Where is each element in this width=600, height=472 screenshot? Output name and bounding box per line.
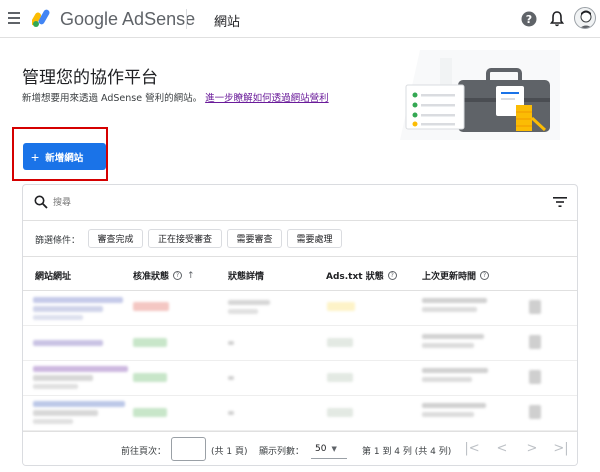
column-label: 網站網址: [35, 272, 72, 282]
filter-label: 篩選條件：: [35, 236, 81, 246]
column-header-status-details[interactable]: 狀態詳情: [228, 269, 264, 282]
rows-per-page-value: 50: [315, 443, 327, 454]
filter-chip-needs-action[interactable]: 需要處理: [287, 229, 342, 248]
section-title: 網站: [214, 15, 241, 30]
plus-icon: +: [31, 148, 40, 165]
table-row[interactable]: [23, 361, 577, 396]
pagination-bar: 前往頁次： (共 1 頁) 顯示列數： 50 ▼ 第 1 到 4 列 (共 4 …: [23, 431, 577, 465]
add-site-label: 新增網站: [45, 152, 84, 164]
search-icon: [34, 195, 48, 209]
notifications-icon[interactable]: [549, 10, 565, 28]
help-icon[interactable]: ?: [521, 11, 537, 27]
page-title: 管理您的協作平台: [22, 68, 158, 88]
table-body: [23, 291, 577, 431]
table-header: 網站網址 核准狀態 ? ↑ 狀態詳情 Ads.txt 狀態 ? 上次更新時間 ?: [23, 257, 577, 291]
brand-name[interactable]: Google AdSense: [60, 9, 195, 30]
filter-chips-row: 篩選條件： 審查完成 正在接受審查 需要審查 需要處理: [23, 221, 577, 257]
table-row[interactable]: [23, 396, 577, 431]
goto-page-label: 前往頁次：: [121, 447, 167, 457]
add-site-button[interactable]: + 新增網站: [23, 143, 106, 170]
help-icon[interactable]: ?: [173, 271, 183, 280]
previous-page-icon[interactable]: <: [494, 441, 510, 457]
header-divider: [186, 9, 187, 29]
help-icon[interactable]: ?: [387, 271, 397, 280]
filter-chip-review-complete[interactable]: 審查完成: [88, 229, 143, 248]
table-row[interactable]: [23, 291, 577, 326]
page-subtitle: 新增想要用來透過 AdSense 營利的網站。 進一步瞭解如何透過網站營利: [22, 90, 329, 104]
column-label: 核准狀態: [133, 272, 170, 282]
column-header-last-updated[interactable]: 上次更新時間 ?: [422, 269, 490, 282]
column-header-ads-txt-status[interactable]: Ads.txt 狀態 ?: [326, 269, 397, 282]
next-page-icon[interactable]: >: [524, 441, 540, 457]
top-app-bar: Google AdSense 網站 ?: [0, 0, 600, 38]
page-number-input[interactable]: [171, 437, 206, 461]
filter-list-icon[interactable]: [553, 196, 567, 208]
subtitle-text: 新增想要用來透過 AdSense 營利的網站。: [22, 93, 203, 104]
search-bar: [23, 185, 577, 221]
search-input[interactable]: [53, 193, 533, 213]
column-label: 上次更新時間: [422, 272, 477, 282]
svg-text:?: ?: [526, 13, 532, 26]
filter-chip-needs-review[interactable]: 需要審查: [227, 229, 282, 248]
row-range-text: 第 1 到 4 列 (共 4 列): [362, 447, 452, 457]
filter-chip-under-review[interactable]: 正在接受審查: [148, 229, 222, 248]
first-page-icon[interactable]: |<: [464, 441, 480, 457]
briefcase-illustration-icon: [400, 50, 560, 140]
rows-per-page-select[interactable]: 50 ▼: [311, 439, 347, 459]
column-header-approval-status[interactable]: 核准狀態 ? ↑: [133, 269, 195, 283]
sort-ascending-icon[interactable]: ↑: [187, 271, 195, 281]
sites-table-card: 篩選條件： 審查完成 正在接受審查 需要審查 需要處理 網站網址 核准狀態 ? …: [22, 184, 578, 466]
column-header-site-url[interactable]: 網站網址: [35, 269, 71, 282]
avatar[interactable]: [574, 7, 596, 29]
column-label: Ads.txt 狀態: [326, 272, 384, 282]
dropdown-caret-icon: ▼: [331, 444, 337, 453]
rows-per-page-label: 顯示列數：: [259, 447, 305, 457]
help-icon[interactable]: ?: [480, 271, 490, 280]
menu-icon[interactable]: [8, 12, 20, 24]
last-page-icon[interactable]: >|: [553, 441, 569, 457]
learn-more-link[interactable]: 進一步瞭解如何透過網站營利: [205, 93, 329, 104]
total-pages-text: (共 1 頁): [211, 447, 248, 457]
column-label: 狀態詳情: [228, 272, 265, 282]
adsense-logo-icon[interactable]: [32, 8, 54, 28]
table-row[interactable]: [23, 326, 577, 361]
